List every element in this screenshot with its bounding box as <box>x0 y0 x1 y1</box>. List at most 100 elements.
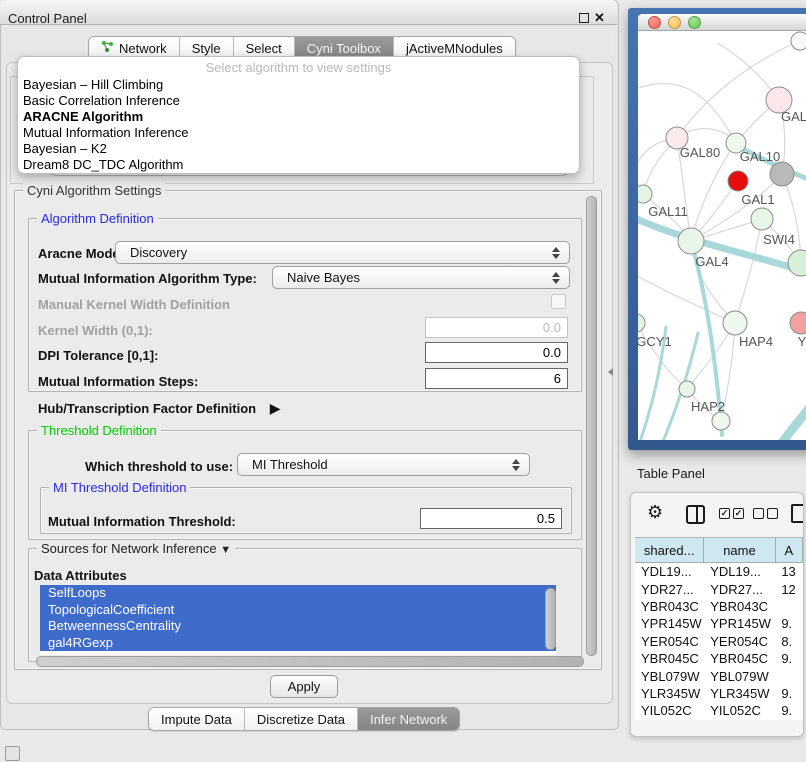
network-node-label: GAL80 <box>680 145 720 160</box>
table-cell[interactable]: 12 <box>775 582 803 597</box>
table-cell[interactable]: YBL079W <box>635 669 704 684</box>
mi-steps-label: Mutual Information Steps: <box>38 374 198 389</box>
table-cell[interactable]: YDL19... <box>704 564 775 579</box>
table-cell[interactable]: YBL079W <box>704 669 775 684</box>
network-node[interactable] <box>770 162 794 186</box>
table-cell[interactable]: 13 <box>775 564 803 579</box>
network-node-label: HAP4 <box>739 334 773 349</box>
attribute-list-item[interactable]: BetweennessCentrality <box>40 618 556 635</box>
table-cell[interactable]: 9. <box>775 686 803 701</box>
attributes-horizontal-scrollbar[interactable] <box>36 656 584 667</box>
table-cell[interactable]: 8. <box>775 634 803 649</box>
table-cell[interactable]: YDL19... <box>635 564 704 579</box>
network-edge[interactable] <box>735 219 762 323</box>
table-cell[interactable]: 9. <box>775 703 803 718</box>
network-node[interactable] <box>728 171 748 191</box>
attribute-list-item[interactable]: TopologicalCoefficient <box>40 602 556 619</box>
settings-vertical-scrollbar[interactable] <box>586 196 597 656</box>
table-cell[interactable]: YER054C <box>635 634 704 649</box>
algorithm-option[interactable]: ARACNE Algorithm <box>18 109 579 125</box>
network-node[interactable] <box>678 228 704 254</box>
zoom-traffic-light-icon[interactable] <box>688 16 701 29</box>
table-cell[interactable]: YDR27... <box>635 582 704 597</box>
hub-definition-row[interactable]: Hub/Transcription Factor Definition ▶ <box>38 400 281 417</box>
attribute-list-item[interactable]: gal4RGexp <box>40 635 556 652</box>
network-node[interactable] <box>751 208 773 230</box>
table-cell[interactable]: YBR045C <box>635 651 704 666</box>
mi-type-combo[interactable]: Naive Bayes <box>272 266 570 289</box>
tab-infer-network[interactable]: Infer Network <box>358 708 459 730</box>
document-icon[interactable] <box>791 504 804 523</box>
network-node[interactable] <box>791 32 806 50</box>
close-traffic-light-icon[interactable] <box>648 16 661 29</box>
column-header[interactable]: name <box>704 538 775 562</box>
network-node[interactable] <box>679 381 695 397</box>
table-cell[interactable]: YLR345W <box>635 686 704 701</box>
table-cell[interactable]: YBR045C <box>704 651 775 666</box>
network-node[interactable] <box>638 185 652 203</box>
dpi-tolerance-field[interactable] <box>425 342 568 363</box>
manual-kernel-checkbox[interactable] <box>551 294 566 309</box>
table-row[interactable]: YDR27...YDR27...12 <box>635 580 803 597</box>
table-cell[interactable]: YPR145W <box>704 616 775 631</box>
tab-impute-data[interactable]: Impute Data <box>149 708 245 730</box>
float-window-icon[interactable] <box>579 13 589 23</box>
network-node[interactable] <box>790 312 806 334</box>
mi-steps-field[interactable] <box>425 368 568 389</box>
table-row[interactable]: YBR045CYBR045C9. <box>635 650 803 667</box>
select-all-checkboxes-icon[interactable]: ✓ ✓ <box>719 508 744 519</box>
network-node[interactable] <box>638 314 645 332</box>
which-threshold-combo[interactable]: MI Threshold <box>237 453 530 476</box>
table-row[interactable]: YER054CYER054C8. <box>635 633 803 650</box>
table-cell[interactable]: YDR27... <box>704 582 775 597</box>
algorithm-option[interactable]: Basic Correlation Inference <box>18 93 579 109</box>
table-cell[interactable]: YPR145W <box>635 616 704 631</box>
cyni-bottom-tabbar: Impute Data Discretize Data Infer Networ… <box>148 707 460 731</box>
deselect-all-checkboxes-icon[interactable] <box>753 508 778 519</box>
network-window-titlebar[interactable] <box>638 14 806 31</box>
network-edge[interactable] <box>768 397 806 440</box>
attributes-vertical-scrollbar[interactable] <box>545 588 556 650</box>
minimize-traffic-light-icon[interactable] <box>668 16 681 29</box>
apply-button[interactable]: Apply <box>270 675 338 698</box>
table-row[interactable]: YIL052CYIL052C9. <box>635 702 803 719</box>
table-row[interactable]: YBR043CYBR043C <box>635 598 803 615</box>
network-edge[interactable] <box>638 271 735 323</box>
aracne-mode-combo[interactable]: Discovery <box>115 241 570 264</box>
table-cell[interactable]: YLR345W <box>704 686 775 701</box>
close-icon[interactable]: ✕ <box>594 10 605 26</box>
splitter-collapse-icon[interactable] <box>608 368 613 376</box>
table-cell[interactable]: 9. <box>775 651 803 666</box>
table-cell[interactable]: YIL052C <box>704 703 775 718</box>
collapsed-panel-icon[interactable] <box>5 746 20 761</box>
algorithm-option[interactable]: Mutual Information Inference <box>18 125 579 141</box>
table-row[interactable]: YPR145WYPR145W9. <box>635 615 803 632</box>
table-cell[interactable]: YBR043C <box>635 599 704 614</box>
tab-discretize-data[interactable]: Discretize Data <box>245 708 358 730</box>
split-columns-icon[interactable] <box>686 505 705 524</box>
network-node[interactable] <box>723 311 747 335</box>
column-header[interactable]: A <box>776 538 803 562</box>
gear-icon[interactable]: ⚙ <box>647 502 663 523</box>
mi-threshold-field[interactable] <box>420 508 562 529</box>
data-attributes-label: Data Attributes <box>34 568 127 583</box>
table-cell[interactable]: 9. <box>775 616 803 631</box>
network-node[interactable] <box>712 412 730 430</box>
table-row[interactable]: YLR345WYLR345W9. <box>635 685 803 702</box>
attribute-list-item[interactable]: SelfLoops <box>40 585 556 602</box>
table-row[interactable]: YDL19...YDL19...13 <box>635 563 803 580</box>
kernel-width-field[interactable] <box>425 317 568 338</box>
algorithm-option[interactable]: Dream8 DC_TDC Algorithm <box>18 157 579 173</box>
expand-arrow-icon[interactable]: ▶ <box>270 400 281 416</box>
network-node[interactable] <box>788 250 806 276</box>
table-cell[interactable]: YER054C <box>704 634 775 649</box>
table-row[interactable]: YBL079WYBL079W <box>635 667 803 684</box>
algorithm-option[interactable]: Bayesian – Hill Climbing <box>18 77 579 93</box>
table-cell[interactable]: YIL052C <box>635 703 704 718</box>
algorithm-option[interactable]: Bayesian – K2 <box>18 141 579 157</box>
table-cell[interactable]: YBR043C <box>704 599 775 614</box>
network-canvas[interactable]: GALGAL80GAL10GAL1GAL11SWI4GAL4GCY1HAP4YH… <box>638 31 806 440</box>
control-panel-titlebar[interactable] <box>0 0 617 25</box>
collapse-arrow-icon[interactable]: ▼ <box>220 544 231 556</box>
column-header[interactable]: shared... <box>635 538 704 562</box>
